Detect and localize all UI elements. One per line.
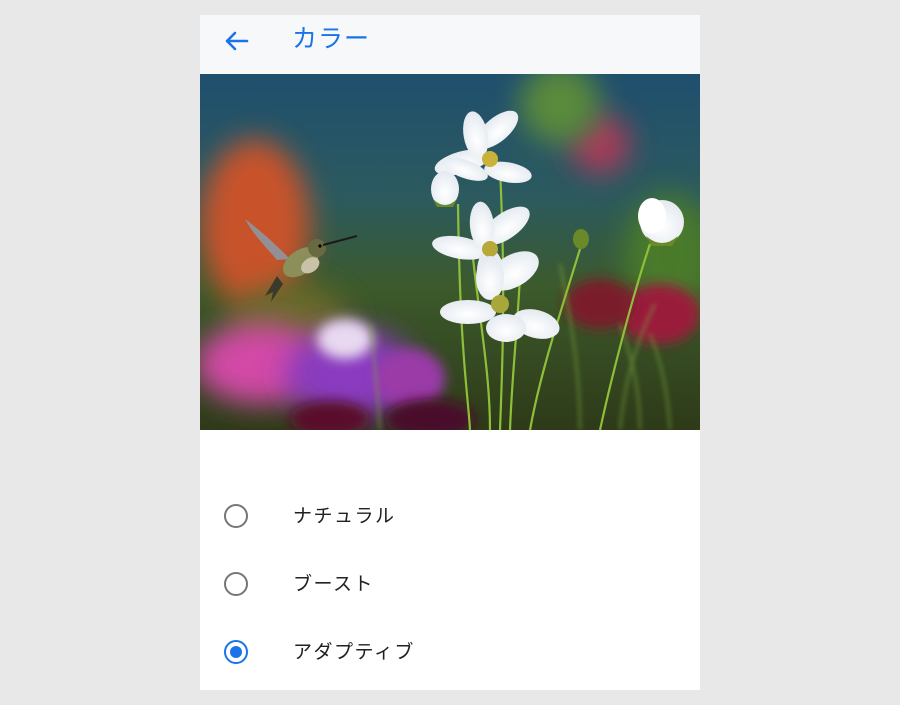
- arrow-left-icon: [225, 31, 249, 51]
- color-mode-options: ナチュラル ブースト アダプティブ: [200, 482, 700, 686]
- app-bar: カラー: [200, 15, 700, 74]
- option-label: アダプティブ: [293, 641, 415, 663]
- color-mode-option-adaptive[interactable]: アダプティブ: [200, 618, 700, 686]
- color-mode-option-boost[interactable]: ブースト: [200, 550, 700, 618]
- page-title: カラー: [292, 24, 371, 53]
- color-mode-option-natural[interactable]: ナチュラル: [200, 482, 700, 550]
- radio-unchecked-icon[interactable]: [223, 571, 249, 597]
- preview-image: [200, 74, 700, 430]
- color-settings-screen: カラー ナチュラル ブースト アダプティブ: [200, 15, 700, 690]
- radio-checked-icon[interactable]: [223, 639, 249, 665]
- back-button[interactable]: [220, 25, 252, 57]
- radio-unchecked-icon[interactable]: [223, 503, 249, 529]
- option-label: ブースト: [293, 573, 375, 595]
- option-label: ナチュラル: [293, 505, 396, 527]
